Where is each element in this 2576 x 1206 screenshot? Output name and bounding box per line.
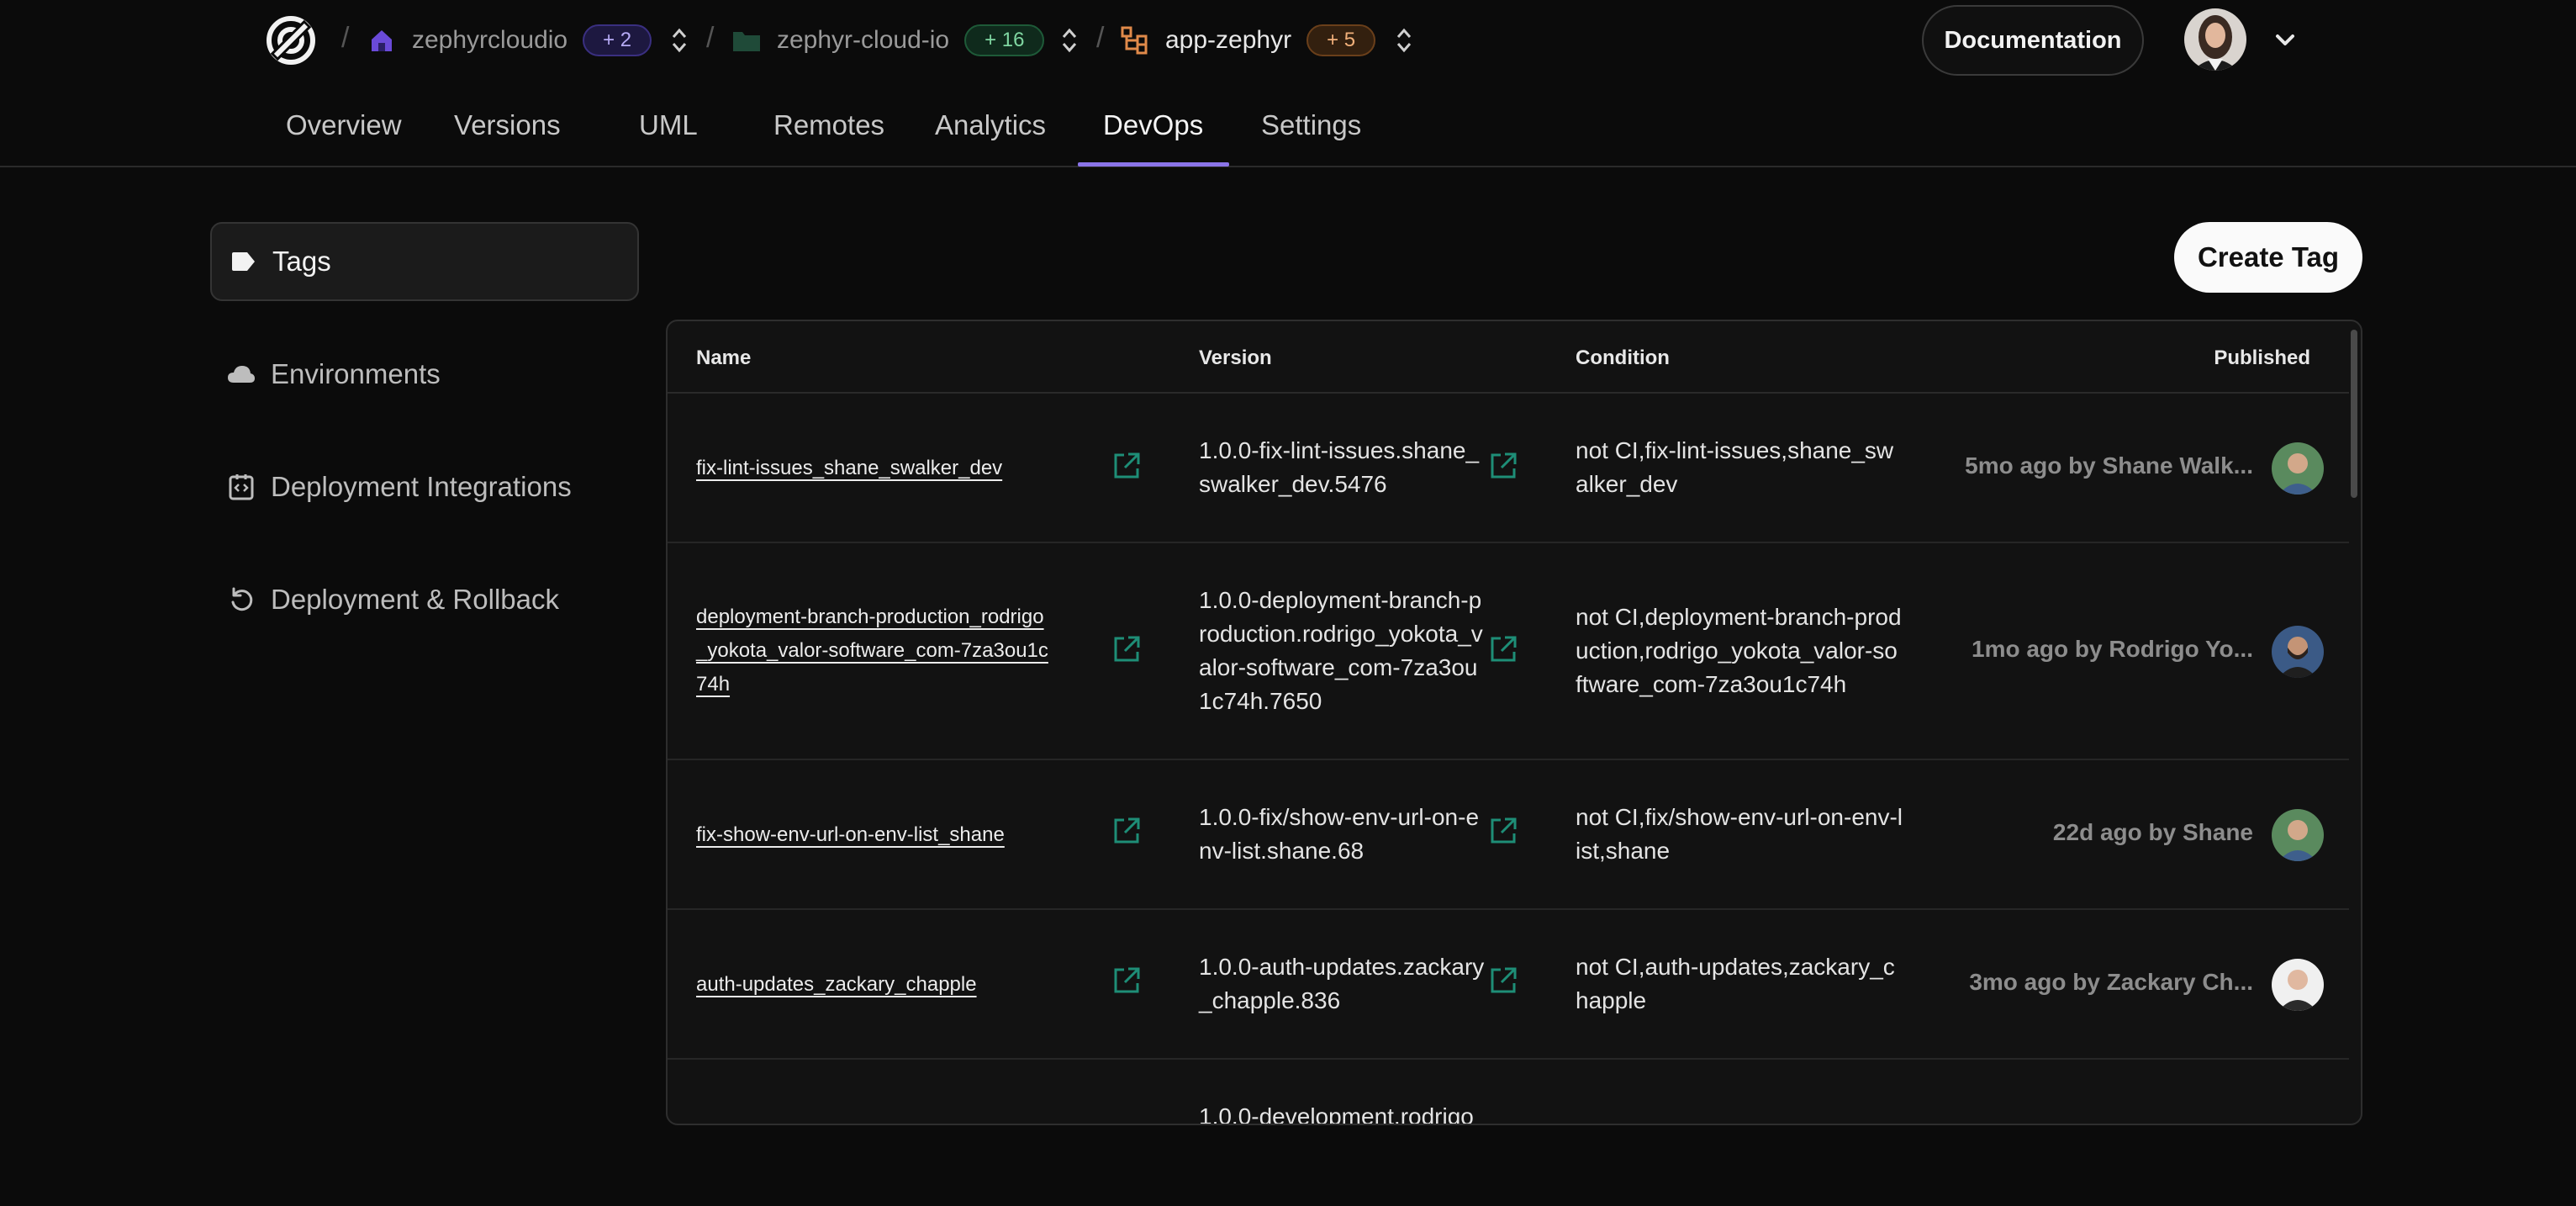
create-tag-button[interactable]: Create Tag (2174, 222, 2362, 293)
home-icon (367, 25, 397, 56)
sidebar-item-label: Environments (271, 358, 441, 389)
table-row: deployment-branch-production_rodrigo_yok… (668, 543, 2349, 760)
table-scrollbar[interactable] (2351, 330, 2357, 498)
column-header-condition[interactable]: Condition (1576, 346, 1670, 370)
breadcrumb-separator: / (1096, 22, 1105, 54)
sidebar-item-environments[interactable]: Environments (210, 335, 639, 414)
published-info: 22d ago by Shane (2052, 819, 2253, 845)
breadcrumb-separator: / (706, 22, 715, 54)
open-tag-external-icon[interactable] (1111, 965, 1142, 996)
organization-switcher[interactable] (668, 24, 691, 57)
project-name: zephyr-cloud-io (777, 26, 950, 54)
table-row: fix-show-env-url-on-env-list_shane 1.0.0… (668, 760, 2349, 910)
condition-value: not CI,auth-updates,zackary_chapple (1576, 954, 1895, 1013)
open-tag-external-icon[interactable] (1111, 634, 1142, 664)
open-tag-external-icon[interactable] (1111, 451, 1142, 481)
condition-value: not CI,fix-lint-issues,shane_swalker_dev (1576, 437, 1894, 497)
application-count-badge: + 5 (1306, 24, 1376, 56)
cloud-icon (227, 360, 256, 389)
version-value: 1.0.0-auth-updates.zackary_chapple.836 (1199, 954, 1485, 1013)
published-info: 1mo ago by Rodrigo Yo... (1972, 636, 2253, 662)
tags-table: Name Version Condition Published fix-lin… (666, 320, 2362, 1125)
tag-icon (229, 247, 257, 276)
breadcrumb-application[interactable]: app-zephyr + 5 (1120, 19, 1376, 62)
published-info: 5mo ago by Shane Walk... (1965, 452, 2253, 479)
version-value: 1.0.0-fix-lint-issues.shane_swalker_dev.… (1199, 437, 1480, 497)
integration-icon (227, 473, 256, 501)
sidebar-item-tags[interactable]: Tags (210, 222, 639, 301)
tab-overview[interactable]: Overview (286, 109, 402, 141)
column-header-version[interactable]: Version (1199, 346, 1272, 370)
condition-value: not CI,fix/show-env-url-on-env-list,shan… (1576, 804, 1903, 864)
column-header-name[interactable]: Name (696, 346, 751, 370)
chevron-up-down-icon (672, 28, 687, 53)
chevron-up-down-icon (1062, 28, 1077, 53)
app-tree-icon (1120, 25, 1150, 56)
tag-name-link[interactable]: fix-show-env-url-on-env-list_shane (696, 818, 1049, 852)
tab-devops[interactable]: DevOps (1103, 109, 1203, 141)
table-row: auth-updates_zackary_chapple 1.0.0-auth-… (668, 910, 2349, 1060)
tab-uml[interactable]: UML (639, 109, 698, 141)
published-info: 3mo ago by Zackary Ch... (1969, 969, 2253, 995)
chevron-up-down-icon (1396, 28, 1412, 53)
breadcrumb-project[interactable]: zephyr-cloud-io + 16 (731, 19, 1045, 62)
project-switcher[interactable] (1058, 24, 1081, 57)
breadcrumb-organization[interactable]: zephyrcloudio + 2 (367, 19, 652, 62)
publisher-avatar (2272, 442, 2324, 495)
tag-name-link[interactable]: fix-lint-issues_shane_swalker_dev (696, 452, 1049, 485)
tag-name-link[interactable]: deployment-branch-production_rodrigo_yok… (696, 600, 1049, 701)
sidebar-item-label: Deployment & Rollback (271, 584, 559, 615)
zephyr-logo-icon[interactable] (264, 13, 318, 67)
tag-name: deployment-branch-production_rodrigo_yok… (696, 606, 1048, 696)
tag-name: fix-lint-issues_shane_swalker_dev (696, 457, 1003, 479)
top-bar: / zephyrcloudio + 2 / zephyr-cloud-io + … (0, 0, 2576, 82)
tab-settings[interactable]: Settings (1261, 109, 1361, 141)
publisher-avatar (2272, 626, 2324, 678)
condition-value: not CI,deployment-branch-production,rodr… (1576, 604, 1902, 697)
tag-name: auth-updates_zackary_chapple (696, 973, 977, 996)
project-tabs: Overview Versions UML Remotes Analytics … (0, 82, 2576, 167)
breadcrumb-separator: / (341, 22, 350, 54)
chevron-down-icon (2276, 34, 2294, 45)
publisher-avatar (2272, 809, 2324, 861)
user-avatar[interactable] (2184, 8, 2246, 71)
user-menu-toggle[interactable] (2270, 25, 2300, 56)
open-version-external-icon[interactable] (1488, 634, 1518, 664)
tab-remotes[interactable]: Remotes (773, 109, 884, 141)
application-switcher[interactable] (1392, 24, 1416, 57)
application-name: app-zephyr (1165, 26, 1292, 54)
sidebar-item-label: Deployment Integrations (271, 471, 572, 502)
sidebar-item-deployment-integrations[interactable]: Deployment Integrations (210, 447, 639, 526)
table-row: 1.0.0-development.rodrigo (668, 1060, 2349, 1125)
folder-icon (731, 25, 762, 56)
table-row: fix-lint-issues_shane_swalker_dev 1.0.0-… (668, 394, 2349, 543)
organization-count-badge: + 2 (583, 24, 652, 56)
active-tab-indicator (1078, 162, 1229, 167)
sidebar-item-label: Tags (272, 246, 331, 277)
project-count-badge: + 16 (964, 24, 1045, 56)
open-tag-external-icon[interactable] (1111, 816, 1142, 846)
open-version-external-icon[interactable] (1488, 451, 1518, 481)
open-version-external-icon[interactable] (1488, 816, 1518, 846)
column-header-published[interactable]: Published (2214, 346, 2310, 370)
tab-versions[interactable]: Versions (454, 109, 561, 141)
open-version-external-icon[interactable] (1488, 965, 1518, 996)
tab-analytics[interactable]: Analytics (935, 109, 1046, 141)
version-value: 1.0.0-deployment-branch-production.rodri… (1199, 587, 1483, 714)
version-value: 1.0.0-fix/show-env-url-on-env-list.shane… (1199, 804, 1480, 864)
documentation-button[interactable]: Documentation (1922, 5, 2144, 76)
publisher-avatar (2272, 959, 2324, 1011)
organization-name: zephyrcloudio (412, 26, 568, 54)
version-value: 1.0.0-development.rodrigo (1199, 1103, 1474, 1125)
rollback-icon (227, 585, 256, 614)
tag-name-link[interactable]: auth-updates_zackary_chapple (696, 968, 1049, 1002)
tag-name: fix-show-env-url-on-env-list_shane (696, 823, 1005, 846)
table-header: Name Version Condition Published (668, 321, 2349, 394)
sidebar-item-deployment-rollback[interactable]: Deployment & Rollback (210, 560, 639, 639)
